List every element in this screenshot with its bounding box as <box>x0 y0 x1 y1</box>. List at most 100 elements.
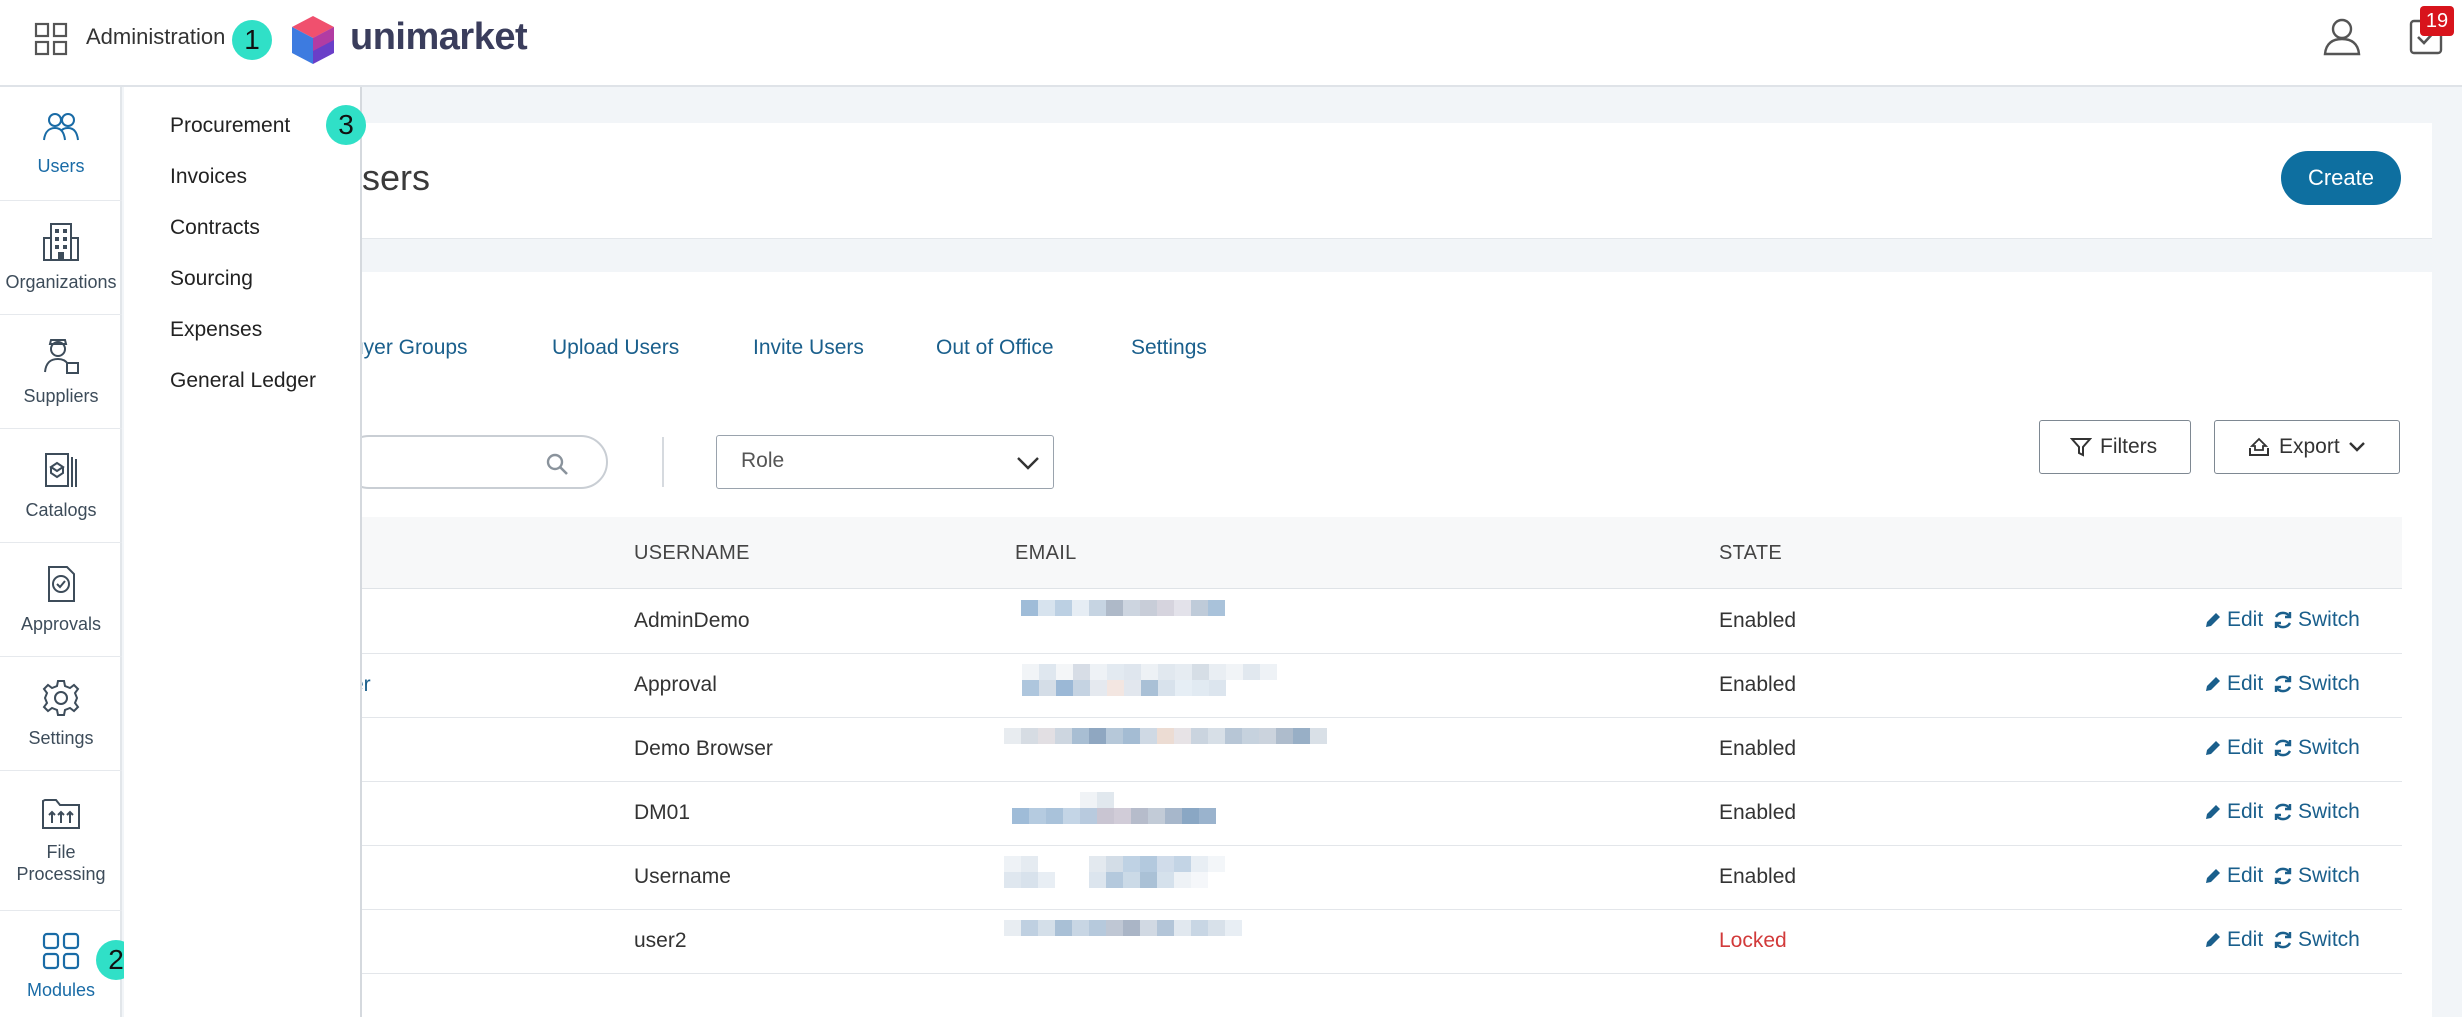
switch-action[interactable]: Switch <box>2272 800 2360 824</box>
column-header-username[interactable]: USERNAME <box>634 542 750 565</box>
building-icon <box>43 223 79 261</box>
rail-label-file-processing: File Processing <box>16 842 106 884</box>
app-grid-icon[interactable] <box>34 22 68 56</box>
switch-label: Switch <box>2298 928 2360 951</box>
state-cell: Enabled <box>1719 673 1797 696</box>
tab-upload-users[interactable]: Upload Users <box>552 336 679 360</box>
switch-action[interactable]: Switch <box>2272 864 2360 888</box>
switch-action[interactable]: Switch <box>2272 928 2360 952</box>
rail-item-suppliers[interactable]: Suppliers <box>0 315 122 429</box>
create-button[interactable]: Create <box>2281 151 2401 205</box>
switch-label: Switch <box>2298 608 2360 631</box>
table-header: USERNAME EMAIL STATE <box>362 517 2402 589</box>
page-header-card: sers Create <box>362 123 2432 239</box>
search-input[interactable] <box>342 435 608 489</box>
top-header: Administration 1 unimarket 19 <box>0 0 2462 87</box>
module-expenses[interactable]: Expenses <box>170 318 262 342</box>
table-row: r Demo Browser Enabled Edit Switch <box>352 718 2402 782</box>
refresh-icon <box>2274 675 2292 693</box>
tab-settings[interactable]: Settings <box>1131 336 1207 360</box>
edit-action[interactable]: Edit <box>2203 800 2263 824</box>
edit-action[interactable]: Edit <box>2203 928 2263 952</box>
switch-label: Switch <box>2298 736 2360 759</box>
edit-action[interactable]: Edit <box>2203 608 2263 632</box>
approval-icon <box>48 566 75 602</box>
users-icon <box>43 113 79 141</box>
edit-action[interactable]: Edit <box>2203 672 2263 696</box>
administration-label[interactable]: Administration <box>86 24 225 50</box>
column-header-email[interactable]: EMAIL <box>1015 542 1077 565</box>
filters-label: Filters <box>2100 435 2158 458</box>
rail-label-catalogs: Catalogs <box>25 500 97 520</box>
switch-action[interactable]: Switch <box>2272 608 2360 632</box>
rail-label-users: Users <box>37 156 85 176</box>
refresh-icon <box>2274 867 2292 885</box>
state-cell: Enabled <box>1719 865 1797 888</box>
refresh-icon <box>2274 803 2292 821</box>
user-profile-icon[interactable] <box>2322 16 2362 56</box>
edit-label: Edit <box>2227 928 2264 951</box>
marker-3-badge: 3 <box>326 105 366 145</box>
rail-item-users[interactable]: Users <box>0 87 122 201</box>
rail-label-suppliers: Suppliers <box>23 386 99 406</box>
rail-item-settings[interactable]: Settings <box>0 657 122 771</box>
rail-label-settings: Settings <box>28 728 94 748</box>
pencil-icon <box>2206 933 2220 947</box>
rail-item-approvals[interactable]: Approvals <box>0 543 122 657</box>
edit-label: Edit <box>2227 608 2264 631</box>
email-redacted <box>1004 856 1310 888</box>
filters-button[interactable]: Filters <box>2039 420 2191 474</box>
edit-action[interactable]: Edit <box>2203 864 2263 888</box>
module-contracts[interactable]: Contracts <box>170 216 260 240</box>
edit-label: Edit <box>2227 800 2264 823</box>
module-general-ledger[interactable]: General Ledger <box>170 369 316 393</box>
role-select[interactable]: Role <box>716 435 1054 489</box>
module-sourcing[interactable]: Sourcing <box>170 267 253 291</box>
page-title: sers <box>362 157 431 198</box>
modules-icon <box>42 932 80 970</box>
pencil-icon <box>2206 869 2220 883</box>
email-redacted <box>1004 600 1294 616</box>
unimarket-logo-icon <box>292 16 334 64</box>
email-redacted <box>1004 920 1244 936</box>
edit-action[interactable]: Edit <box>2203 736 2263 760</box>
module-invoices[interactable]: Invoices <box>170 165 247 189</box>
state-cell: Enabled <box>1719 737 1797 760</box>
pencil-icon <box>2206 613 2220 627</box>
tab-out-of-office[interactable]: Out of Office <box>936 336 1054 360</box>
module-procurement[interactable]: Procurement <box>170 114 290 138</box>
rail-item-catalogs[interactable]: Catalogs <box>0 429 122 543</box>
switch-label: Switch <box>2298 672 2360 695</box>
rail-label-organizations: Organizations <box>5 272 117 292</box>
state-cell: Enabled <box>1719 801 1797 824</box>
email-redacted <box>1022 664 1328 696</box>
switch-label: Switch <box>2298 864 2360 887</box>
email-redacted <box>1004 728 1327 744</box>
search-icon[interactable] <box>544 451 570 477</box>
rail-item-organizations[interactable]: Organizations <box>0 201 122 315</box>
logo-text: unimarket <box>350 16 528 58</box>
notification-count-badge: 19 <box>2420 6 2454 36</box>
tab-buyer-groups[interactable]: uyer Groups <box>352 336 468 360</box>
table-row: AdminDemo Enabled Edit Switch <box>362 590 2402 654</box>
table-row: user2 Locked Edit Switch <box>362 910 2402 974</box>
supplier-icon <box>44 339 79 374</box>
tab-invite-users[interactable]: Invite Users <box>753 336 864 360</box>
pencil-icon <box>2206 677 2220 691</box>
rail-label-approvals: Approvals <box>20 614 102 634</box>
username-cell: Username <box>634 865 731 888</box>
refresh-icon <box>2274 739 2292 757</box>
role-select-value: Role <box>741 449 785 472</box>
username-cell: user2 <box>634 929 687 952</box>
toolbar-divider <box>662 437 664 487</box>
edit-label: Edit <box>2227 864 2264 887</box>
column-header-state[interactable]: STATE <box>1719 542 1782 565</box>
switch-action[interactable]: Switch <box>2272 672 2360 696</box>
export-button[interactable]: Export <box>2214 420 2400 474</box>
rail-label-modules: Modules <box>26 980 96 1000</box>
rail-item-file-processing[interactable]: File Processing <box>0 771 122 911</box>
email-redacted <box>1012 792 1284 824</box>
switch-action[interactable]: Switch <box>2272 736 2360 760</box>
username-cell: AdminDemo <box>634 609 750 632</box>
modules-flyout-menu: Procurement Invoices Contracts Sourcing … <box>124 87 362 1017</box>
